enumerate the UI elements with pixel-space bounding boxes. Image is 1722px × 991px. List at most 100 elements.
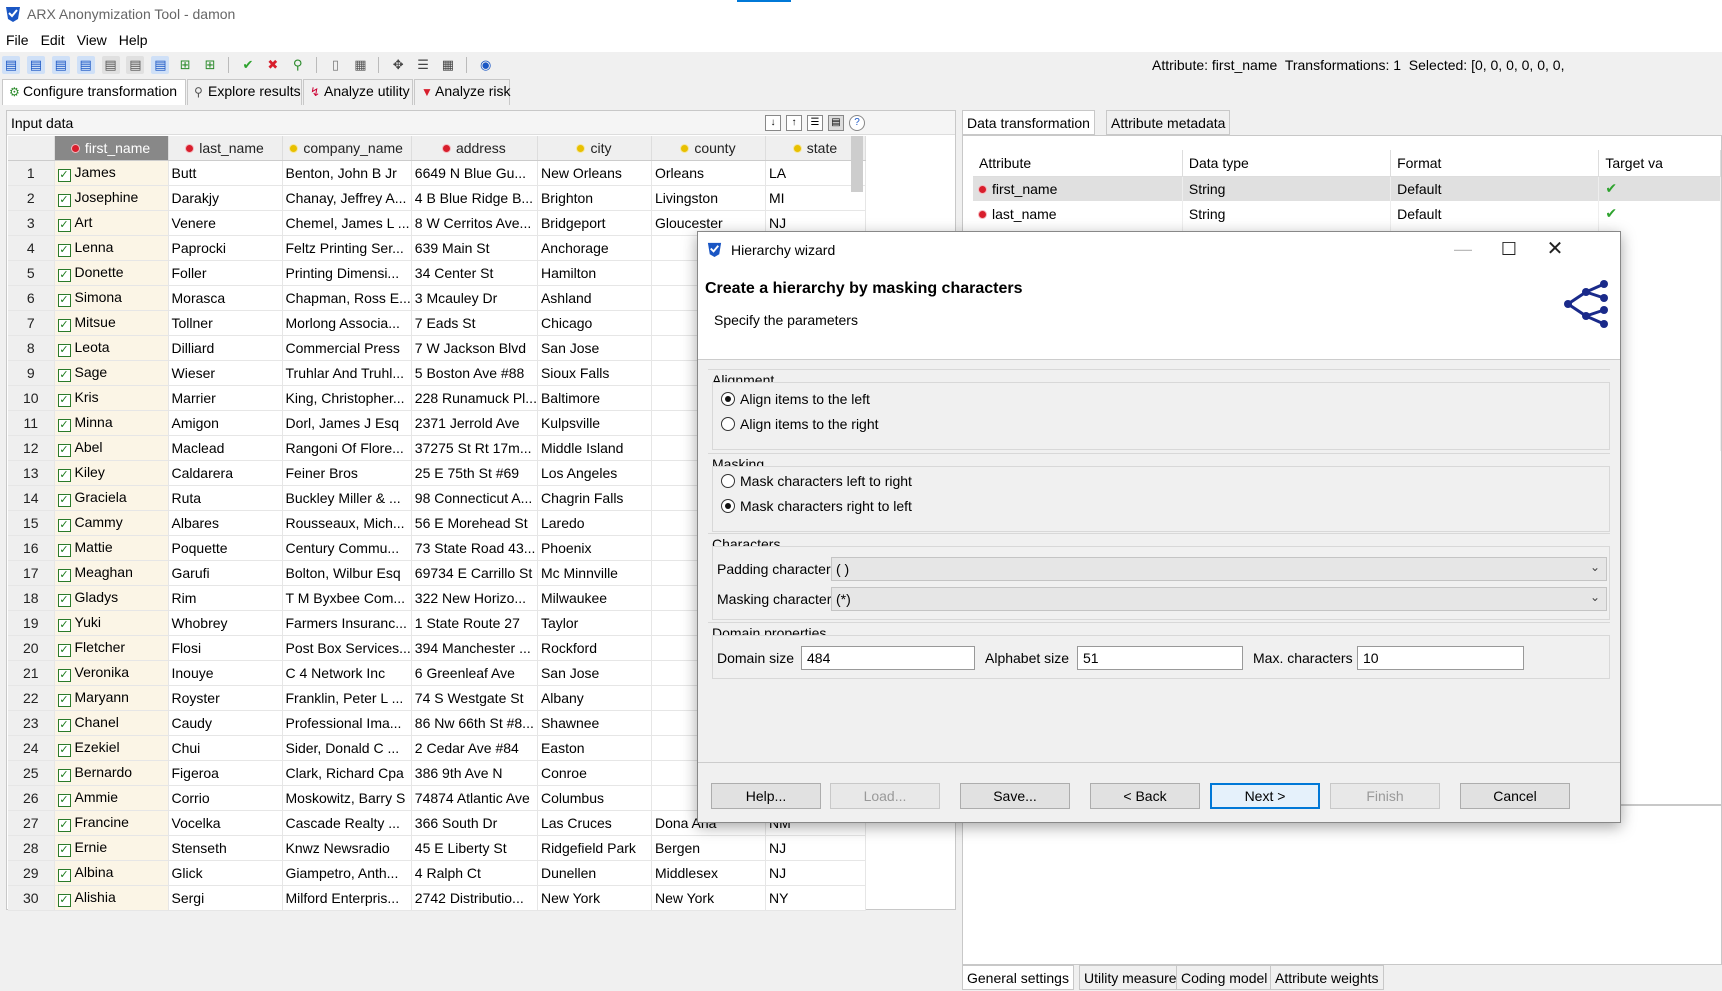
- target-cell[interactable]: ✔: [1598, 201, 1721, 226]
- row-checkbox-icon[interactable]: ✓: [57, 693, 71, 707]
- padding-character-select[interactable]: ( ) ⌄: [831, 557, 1607, 581]
- list-icon[interactable]: ☰: [414, 56, 432, 74]
- max-characters-field[interactable]: 10: [1357, 646, 1524, 670]
- next-button[interactable]: Next >: [1210, 783, 1320, 809]
- datatype-column-header[interactable]: Data type: [1182, 150, 1392, 177]
- save-project-icon[interactable]: ▤: [51, 56, 70, 74]
- menu-edit[interactable]: Edit: [35, 30, 71, 50]
- table-cell-first-name[interactable]: ✓ Minna: [54, 410, 169, 436]
- table-cell-first-name[interactable]: ✓ Alishia: [54, 885, 169, 911]
- help-button[interactable]: Help...: [711, 783, 821, 809]
- menu-view[interactable]: View: [71, 30, 113, 50]
- table-cell-first-name[interactable]: ✓ Fletcher: [54, 635, 169, 661]
- column-header-5[interactable]: county: [651, 136, 766, 161]
- row-checkbox-icon[interactable]: ✓: [57, 618, 71, 632]
- back-button[interactable]: < Back: [1090, 783, 1200, 809]
- align-left-radio[interactable]: Align items to the left: [721, 391, 870, 407]
- row-checkbox-icon[interactable]: ✓: [57, 868, 71, 882]
- row-checkbox-icon[interactable]: ✓: [57, 318, 71, 332]
- import-data-icon[interactable]: ▤: [126, 56, 145, 74]
- cancel-button[interactable]: Cancel: [1460, 783, 1570, 809]
- finish-button[interactable]: Finish: [1330, 783, 1440, 809]
- row-checkbox-icon[interactable]: ✓: [57, 593, 71, 607]
- table-row[interactable]: 28 ✓ Ernie Stenseth Knwz Newsradio 45 E Liber…: [8, 835, 866, 861]
- maximize-icon[interactable]: ☐: [1486, 232, 1532, 266]
- table-cell-first-name[interactable]: ✓ Abel: [54, 435, 169, 461]
- help-icon[interactable]: ?: [849, 115, 865, 131]
- row-checkbox-icon[interactable]: ✓: [57, 793, 71, 807]
- row-checkbox-icon[interactable]: ✓: [57, 518, 71, 532]
- table-cell-first-name[interactable]: ✓ Kris: [54, 385, 169, 411]
- table-cell-first-name[interactable]: ✓ Bernardo: [54, 760, 169, 786]
- tab-analyze-utility[interactable]: ↯ Analyze utility: [303, 79, 413, 105]
- format-column-header[interactable]: Format: [1390, 150, 1600, 177]
- table-cell-first-name[interactable]: ✓ Kiley: [54, 460, 169, 486]
- table-row[interactable]: 29 ✓ Albina Glick Giampetro, Anth... 4 Ralph …: [8, 860, 866, 886]
- row-checkbox-icon[interactable]: ✓: [57, 643, 71, 657]
- table-cell-first-name[interactable]: ✓ Donette: [54, 260, 169, 286]
- grid-icon[interactable]: ▦: [439, 56, 457, 74]
- row-checkbox-icon[interactable]: ✓: [57, 343, 71, 357]
- row-checkbox-icon[interactable]: ✓: [57, 818, 71, 832]
- help-icon[interactable]: ◉: [477, 56, 495, 74]
- tab-data-transformation[interactable]: Data transformation: [962, 110, 1095, 135]
- mask-rtl-radio[interactable]: Mask characters right to left: [721, 498, 912, 514]
- remove-cross-icon[interactable]: ✖: [264, 56, 282, 74]
- table-cell-first-name[interactable]: ✓ Art: [54, 210, 169, 236]
- row-checkbox-icon[interactable]: ✓: [57, 718, 71, 732]
- row-checkbox-icon[interactable]: ✓: [57, 493, 71, 507]
- table-cell-first-name[interactable]: ✓ Graciela: [54, 485, 169, 511]
- attribute-column-header[interactable]: Attribute: [973, 150, 1183, 177]
- load-button[interactable]: Load...: [830, 783, 940, 809]
- table-cell-first-name[interactable]: ✓ Gladys: [54, 585, 169, 611]
- row-checkbox-icon[interactable]: ✓: [57, 768, 71, 782]
- row-checkbox-icon[interactable]: ✓: [57, 243, 71, 257]
- table-icon[interactable]: ▦: [351, 56, 369, 74]
- table-cell-first-name[interactable]: ✓ Ezekiel: [54, 735, 169, 761]
- align-right-radio[interactable]: Align items to the right: [721, 416, 879, 432]
- table-view-icon[interactable]: ▤: [828, 115, 844, 131]
- masking-character-select[interactable]: (*) ⌄: [831, 587, 1607, 611]
- table-cell-first-name[interactable]: ✓ Cammy: [54, 510, 169, 536]
- alphabet-size-field[interactable]: 51: [1077, 646, 1243, 670]
- row-checkbox-icon[interactable]: ✓: [57, 568, 71, 582]
- table-cell-first-name[interactable]: ✓ Albina: [54, 860, 169, 886]
- tab-configure-transformation[interactable]: ⚙ Configure transformation: [2, 79, 186, 105]
- row-checkbox-icon[interactable]: ✓: [57, 543, 71, 557]
- tab-general-settings[interactable]: General settings: [962, 965, 1074, 990]
- close-icon[interactable]: ✕: [1532, 232, 1578, 266]
- close-project-icon[interactable]: ▤: [101, 56, 120, 74]
- tab-coding-model[interactable]: Coding model: [1176, 965, 1273, 990]
- row-checkbox-icon[interactable]: ✓: [57, 668, 71, 682]
- row-checkbox-icon[interactable]: ✓: [57, 393, 71, 407]
- hierarchy-wizard-icon[interactable]: ⚲: [289, 56, 307, 74]
- row-checkbox-icon[interactable]: ✓: [57, 168, 71, 182]
- table-cell-first-name[interactable]: ✓ Meaghan: [54, 560, 169, 586]
- column-header-4[interactable]: city: [537, 136, 652, 161]
- row-checkbox-icon[interactable]: ✓: [57, 843, 71, 857]
- row-checkbox-icon[interactable]: ✓: [57, 418, 71, 432]
- sort-up-icon[interactable]: ↑: [786, 115, 802, 131]
- row-checkbox-icon[interactable]: ✓: [57, 193, 71, 207]
- menu-file[interactable]: File: [0, 30, 35, 50]
- target-cell[interactable]: ✔: [1598, 176, 1721, 201]
- table-row[interactable]: 30 ✓ Alishia Sergi Milford Enterpris... 2742 …: [8, 885, 866, 911]
- table-cell-first-name[interactable]: ✓ Chanel: [54, 710, 169, 736]
- save-as-icon[interactable]: ▤: [76, 56, 95, 74]
- row-checkbox-icon[interactable]: ✓: [57, 218, 71, 232]
- target-column-header[interactable]: Target va: [1598, 150, 1721, 177]
- row-checkbox-icon[interactable]: ✓: [57, 468, 71, 482]
- table-cell-first-name[interactable]: ✓ Lenna: [54, 235, 169, 261]
- tab-attribute-metadata[interactable]: Attribute metadata: [1106, 110, 1231, 135]
- table-cell-first-name[interactable]: ✓ Simona: [54, 285, 169, 311]
- attribute-row[interactable]: last_name String Default ✔: [973, 201, 1721, 226]
- table-cell-first-name[interactable]: ✓ Ammie: [54, 785, 169, 811]
- save-button[interactable]: Save...: [960, 783, 1070, 809]
- vertical-scrollbar[interactable]: [851, 136, 863, 192]
- list-view-icon[interactable]: ☰: [807, 115, 823, 131]
- table-cell-first-name[interactable]: ✓ Sage: [54, 360, 169, 386]
- table-cell-first-name[interactable]: ✓ Ernie: [54, 835, 169, 861]
- tab-analyze-risk[interactable]: ▼ Analyze risk: [414, 79, 510, 105]
- row-checkbox-icon[interactable]: ✓: [57, 368, 71, 382]
- attribute-row[interactable]: first_name String Default ✔: [973, 176, 1721, 201]
